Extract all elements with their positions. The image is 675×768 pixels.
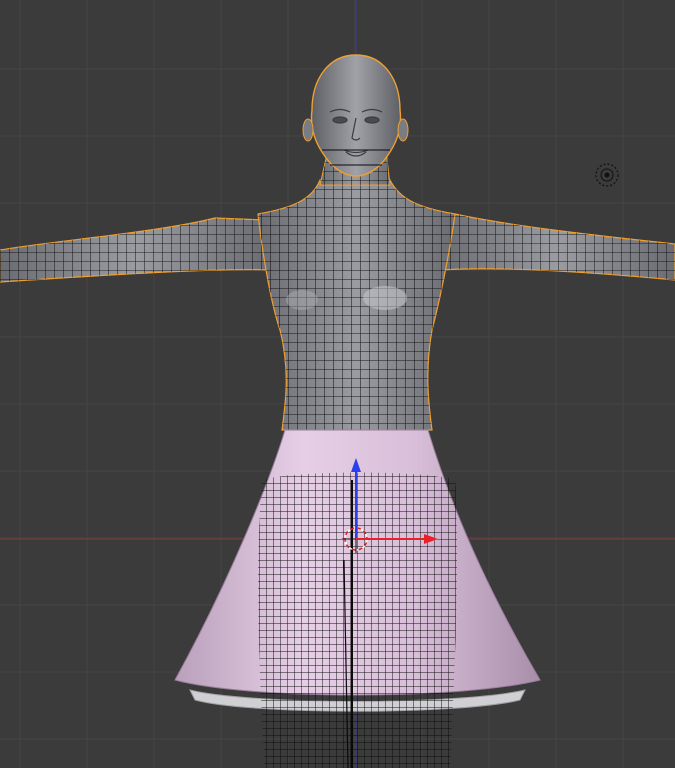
chest-highlight <box>286 290 318 310</box>
right-ear <box>397 118 409 142</box>
legs-wireframe[interactable] <box>258 472 458 768</box>
3d-viewport[interactable] <box>0 0 675 768</box>
viewport-canvas[interactable] <box>0 0 675 768</box>
lamp-icon[interactable] <box>595 163 619 187</box>
chest-highlight <box>363 286 407 310</box>
left-ear <box>302 118 314 142</box>
character-mesh[interactable] <box>0 54 675 768</box>
